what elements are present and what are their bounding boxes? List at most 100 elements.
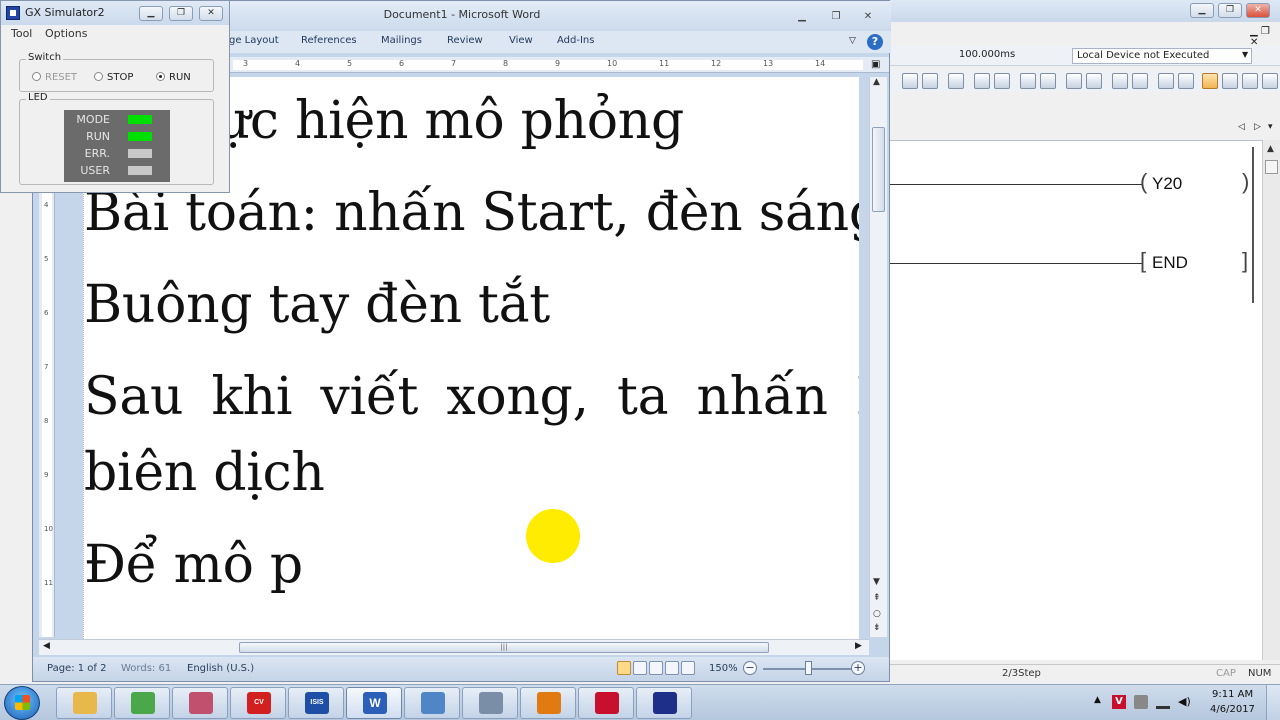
taskbar-gx-button[interactable] (636, 687, 692, 719)
help-icon[interactable]: ? (867, 34, 883, 50)
tab-mailings[interactable]: Mailings (381, 35, 422, 46)
prev-page-icon[interactable]: ⇞ (873, 593, 881, 603)
ruler-toggle-icon[interactable]: ▣ (871, 59, 880, 70)
search-icon[interactable] (1222, 73, 1238, 89)
menu-tool[interactable]: Tool (11, 27, 32, 40)
device-icon[interactable] (1134, 695, 1148, 709)
word-minimize-button[interactable]: ▁ (789, 9, 815, 25)
simulator-icon[interactable] (1202, 73, 1218, 89)
tab-view[interactable]: View (509, 35, 533, 46)
print-layout-icon[interactable] (617, 661, 631, 675)
tab-references[interactable]: References (301, 35, 357, 46)
contact-icon[interactable] (922, 73, 938, 89)
taskbar-plc-button[interactable] (578, 687, 634, 719)
sim-close-button[interactable]: ✕ (199, 6, 223, 21)
show-desktop-button[interactable] (1266, 685, 1280, 720)
doc-line[interactable]: biên dịch (84, 443, 325, 503)
write-icon[interactable] (1112, 73, 1128, 89)
device-icon[interactable] (1158, 73, 1174, 89)
clock-date[interactable]: 4/6/2017 (1210, 704, 1255, 715)
draft-icon[interactable] (681, 661, 695, 675)
taskbar-explorer-button[interactable] (56, 687, 112, 719)
gx-restore-button[interactable]: ❐ (1218, 3, 1242, 18)
taskbar-network-button[interactable] (404, 687, 460, 719)
dropdown-icon[interactable]: ▾ (1268, 122, 1273, 132)
sim-maximize-button[interactable]: ❐ (169, 6, 193, 21)
taskbar-usb-button[interactable] (462, 687, 518, 719)
device-status-select[interactable]: Local Device not Executed (1072, 48, 1252, 64)
taskbar-word-button[interactable]: W (346, 687, 402, 719)
scroll-up-icon[interactable]: ▲ (873, 77, 880, 87)
scroll-thumb[interactable] (1265, 160, 1278, 174)
language-indicator[interactable]: English (U.S.) (187, 663, 254, 674)
volume-icon[interactable]: ◀) (1178, 695, 1192, 709)
scroll-right-icon[interactable]: ▷ (1254, 122, 1261, 132)
gx-close-button[interactable]: ✕ (1246, 3, 1270, 18)
radio-reset[interactable]: RESET (32, 72, 77, 83)
doc-line[interactable]: Để mô p (84, 535, 303, 595)
web-layout-icon[interactable] (649, 661, 663, 675)
word-restore-button[interactable]: ❐ (823, 9, 849, 25)
radio-stop[interactable]: STOP (94, 72, 133, 83)
end-instruction[interactable]: END (1152, 253, 1188, 273)
ribbon-collapse-icon[interactable]: ▽ (849, 36, 856, 46)
coil-icon[interactable] (974, 73, 990, 89)
taskbar-isis-button[interactable]: ISIS (288, 687, 344, 719)
zoom-level[interactable]: 150% (709, 663, 738, 674)
word-count[interactable]: Words: 61 (121, 663, 171, 674)
gx-mdi-controls[interactable]: ▁ ❐ ✕ (1250, 26, 1280, 48)
scroll-left-icon[interactable]: ◁ (1238, 122, 1245, 132)
network-signal-icon[interactable] (1156, 695, 1170, 709)
ladder-scrollbar[interactable]: ▲ (1262, 140, 1280, 660)
ladder-diagram[interactable]: ( Y20 ) [ END ] (890, 140, 1262, 660)
document-horizontal-scrollbar[interactable]: ◀ ||| ▶ (39, 639, 869, 655)
scroll-thumb[interactable] (872, 127, 885, 212)
scroll-thumb[interactable]: ||| (239, 642, 769, 653)
next-page-icon[interactable]: ⇟ (873, 623, 881, 633)
taskbar-chrome-button[interactable] (114, 687, 170, 719)
zoom-slider-knob[interactable] (805, 661, 812, 675)
taskbar-player-button[interactable] (520, 687, 576, 719)
monitor-icon[interactable] (1066, 73, 1082, 89)
doc-line[interactable]: Buông tay đèn tắt (84, 275, 550, 335)
compile-icon[interactable] (948, 73, 964, 89)
sim-minimize-button[interactable]: ▁ (139, 6, 163, 21)
scroll-down-icon[interactable]: ▼ (873, 577, 880, 587)
menu-options[interactable]: Options (45, 27, 87, 40)
toolbar-icon[interactable] (1262, 73, 1278, 89)
read-icon[interactable] (1132, 73, 1148, 89)
coil-label[interactable]: Y20 (1152, 174, 1182, 194)
monitor-icon[interactable] (1086, 73, 1102, 89)
antivirus-icon[interactable]: V (1112, 695, 1126, 709)
page-count[interactable]: Page: 1 of 2 (47, 663, 106, 674)
line-icon[interactable] (1020, 73, 1036, 89)
scroll-left-icon[interactable]: ◀ (43, 641, 50, 651)
doc-line[interactable]: Sau khi viết xong, ta nhấn F4 để (84, 367, 859, 427)
contact-icon[interactable] (902, 73, 918, 89)
taskbar-tool-button[interactable] (172, 687, 228, 719)
chevron-down-icon[interactable]: ▼ (1242, 50, 1248, 59)
simulator-app-icon (6, 6, 20, 20)
taskbar-cvavr-button[interactable]: CV AVR (230, 687, 286, 719)
tray-expand-icon[interactable]: ▲ (1094, 695, 1108, 709)
coil-icon[interactable] (994, 73, 1010, 89)
select-browse-object-icon[interactable]: ○ (873, 609, 881, 619)
outline-icon[interactable] (665, 661, 679, 675)
scroll-right-icon[interactable]: ▶ (855, 641, 862, 651)
start-button[interactable] (4, 686, 40, 720)
line-icon[interactable] (1040, 73, 1056, 89)
radio-run[interactable]: RUN (156, 72, 191, 83)
word-close-button[interactable]: ✕ (855, 9, 881, 25)
gx-minimize-button[interactable]: ▁ (1190, 3, 1214, 18)
zoom-in-button[interactable]: + (851, 661, 865, 675)
tab-review[interactable]: Review (447, 35, 483, 46)
device-icon[interactable] (1178, 73, 1194, 89)
tab-add-ins[interactable]: Add-Ins (557, 35, 594, 46)
zoom-out-button[interactable]: − (743, 661, 757, 675)
full-screen-reading-icon[interactable] (633, 661, 647, 675)
tab-page-layout[interactable]: ge Layout (229, 35, 279, 46)
replace-icon[interactable] (1242, 73, 1258, 89)
clock-time[interactable]: 9:11 AM (1212, 689, 1253, 700)
scroll-up-icon[interactable]: ▲ (1267, 144, 1274, 154)
document-vertical-scrollbar[interactable]: ▲ ▼ ⇞ ○ ⇟ (869, 77, 887, 637)
